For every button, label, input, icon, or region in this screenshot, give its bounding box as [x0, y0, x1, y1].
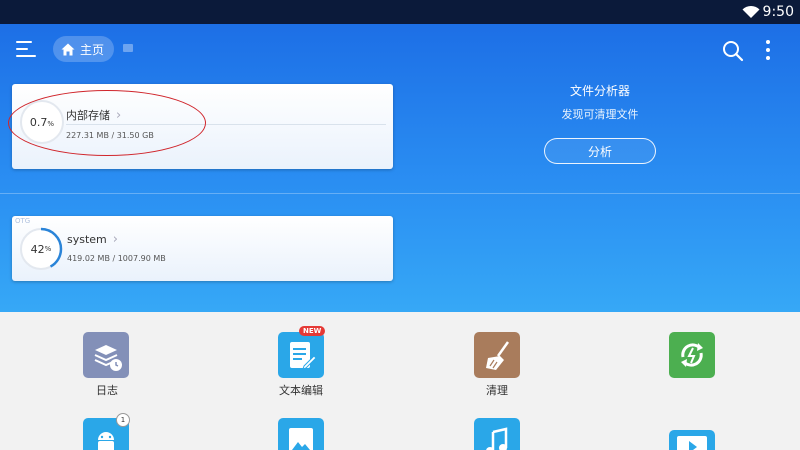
app-label: 文本编辑: [279, 384, 323, 397]
chevron-right-icon: ›: [116, 107, 122, 123]
usage-percent: 0.7%: [29, 115, 55, 129]
home-icon: [61, 43, 75, 55]
recycle-icon[interactable]: [669, 332, 715, 378]
hamburger-menu-icon[interactable]: [16, 40, 36, 58]
app-label: 清理: [486, 384, 508, 397]
breadcrumb-tab-icon: [123, 44, 133, 52]
app-label: 日志: [96, 384, 118, 397]
storage-name: 内部存储 ›: [66, 107, 122, 123]
breadcrumb-label: 主页: [80, 42, 105, 57]
more-vertical-icon[interactable]: [764, 40, 772, 60]
search-icon[interactable]: [722, 40, 744, 62]
count-badge: 1: [116, 413, 130, 427]
storage-name: system ›: [67, 232, 118, 247]
breadcrumb-home[interactable]: 主页: [53, 36, 115, 62]
text-editor-icon[interactable]: [278, 332, 324, 378]
wifi-icon: [742, 5, 760, 18]
cleaner-broom-icon[interactable]: [474, 332, 520, 378]
otg-label: OTG: [15, 217, 31, 225]
usage-percent: 42%: [30, 242, 52, 256]
storage-card-system[interactable]: 42% system › 419.02 MB / 1007.90 MB: [12, 216, 393, 281]
video-icon[interactable]: [669, 430, 715, 450]
analyze-button[interactable]: 分析: [544, 138, 656, 164]
usage-ring: 0.7%: [20, 100, 64, 144]
storage-usage: 419.02 MB / 1007.90 MB: [67, 254, 166, 263]
divider: [0, 193, 800, 194]
music-icon[interactable]: [474, 418, 520, 450]
status-time: 9:50: [762, 4, 794, 20]
status-bar: 9:50: [0, 0, 800, 24]
tools-grid: 日志 NEW 文本编辑 清理 1: [0, 312, 800, 450]
log-icon[interactable]: [83, 332, 129, 378]
image-icon[interactable]: [278, 418, 324, 450]
new-badge: NEW: [299, 326, 326, 336]
storage-card-internal[interactable]: 0.7% 内部存储 › 227.31 MB / 31.50 GB: [12, 84, 393, 169]
chevron-right-icon: ›: [112, 232, 118, 247]
analyzer-title: 文件分析器: [569, 84, 630, 98]
analyzer-subtitle: 发现可清理文件: [561, 108, 639, 121]
divider: [66, 124, 386, 125]
storage-usage: 227.31 MB / 31.50 GB: [66, 131, 154, 140]
